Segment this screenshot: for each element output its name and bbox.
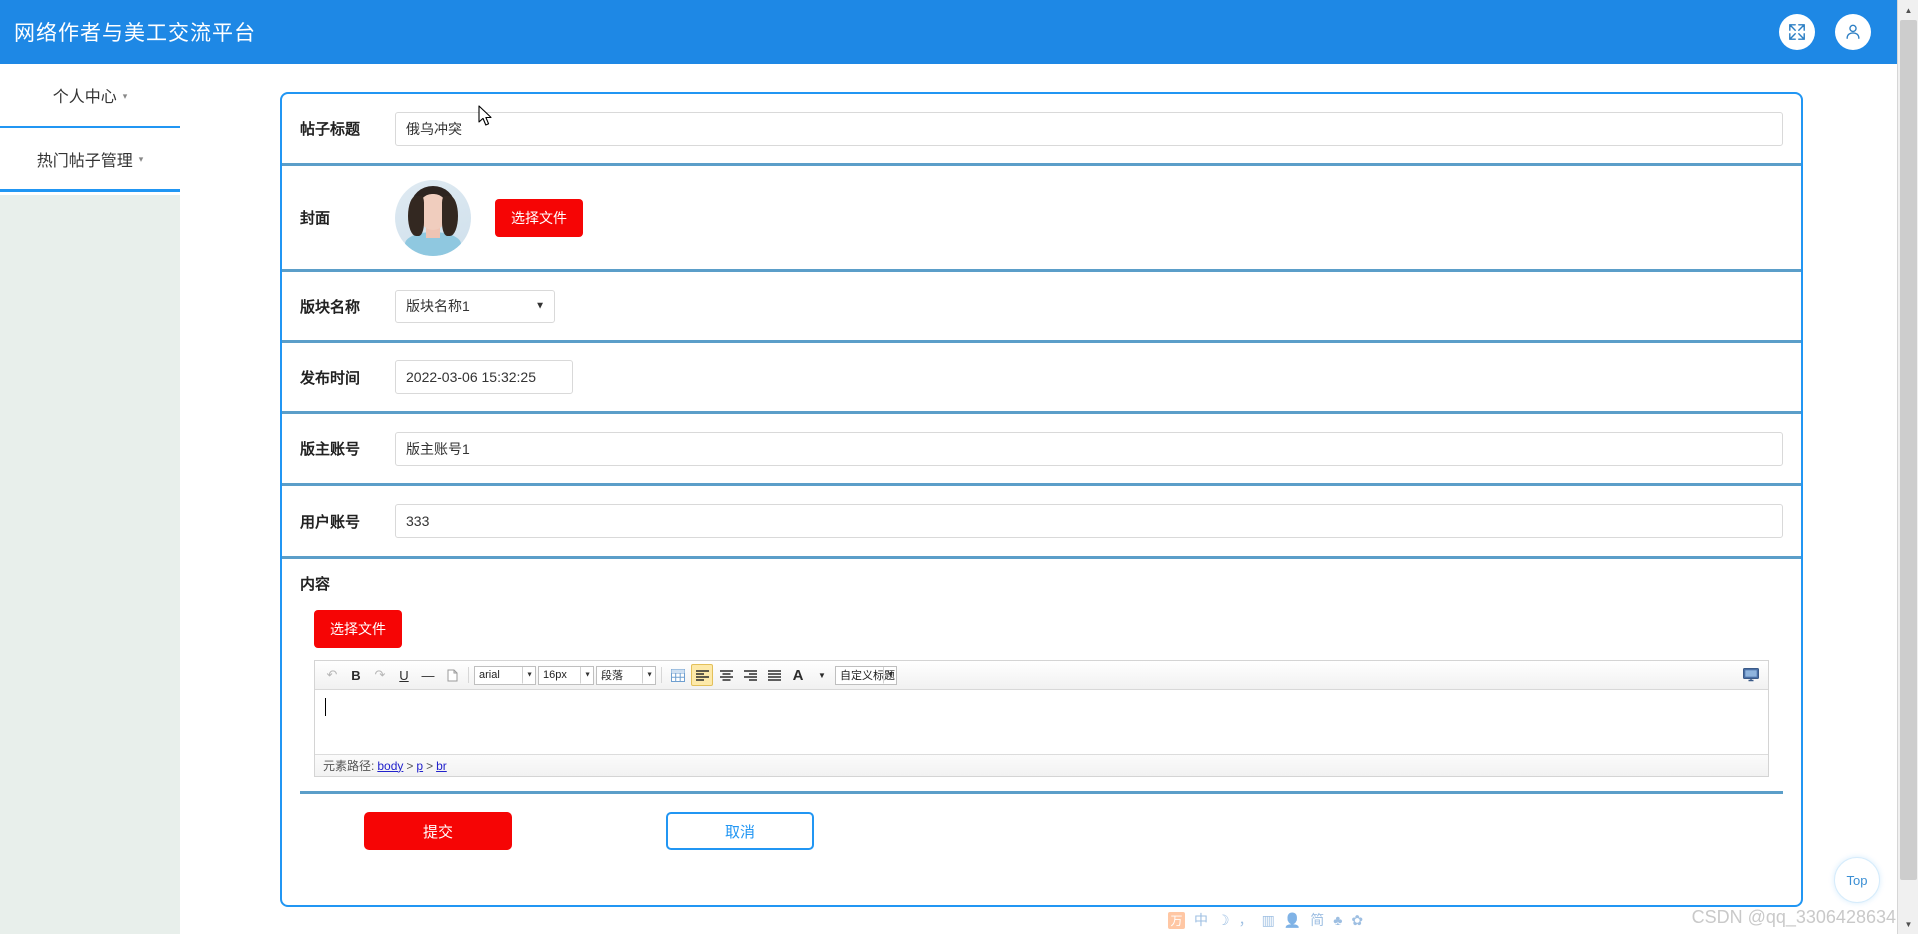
editor-content-area[interactable] xyxy=(315,690,1768,754)
post-edit-panel: 帖子标题 俄乌冲突 封面 选择文件 版块名称 版块名称1 ▼ 发布时间 2022… xyxy=(280,92,1803,907)
scroll-down-arrow-icon[interactable]: ▼ xyxy=(1898,914,1918,934)
input-publish-time[interactable]: 2022-03-06 15:32:25 xyxy=(395,360,573,394)
submit-button[interactable]: 提交 xyxy=(364,812,512,850)
path-separator: > xyxy=(406,758,414,773)
label-moderator-account: 版主账号 xyxy=(300,441,361,458)
field-row-post-title: 帖子标题 俄乌冲突 xyxy=(282,94,1801,166)
chevron-down-icon: ▼ xyxy=(580,666,591,684)
text-cursor xyxy=(325,698,326,716)
ime-punctuation-icon[interactable]: ， xyxy=(1239,913,1253,927)
field-row-publish-time: 发布时间 2022-03-06 15:32:25 xyxy=(282,343,1801,414)
ime-chinese-mode[interactable]: 中 xyxy=(1194,913,1208,927)
insert-table-icon[interactable] xyxy=(667,664,689,686)
chevron-down-icon: ▾ xyxy=(122,90,128,101)
ime-logo[interactable]: 万 xyxy=(1168,911,1185,929)
label-section-name: 版块名称 xyxy=(300,298,361,316)
editor-font-size-select[interactable]: 16px ▼ xyxy=(538,665,594,685)
page-break-icon[interactable] xyxy=(441,664,463,686)
chevron-down-icon: ▼ xyxy=(883,666,894,684)
ime-skin-icon[interactable]: ♣ xyxy=(1333,913,1342,927)
sidebar: 个人中心 ▾ 热门帖子管理 ▾ xyxy=(0,64,180,934)
cancel-button[interactable]: 取消 xyxy=(666,812,814,850)
select-section-value: 版块名称1 xyxy=(406,298,470,314)
ime-settings-icon[interactable]: ✿ xyxy=(1351,913,1363,927)
watermark-text: CSDN @qq_3306428634 xyxy=(1691,907,1896,927)
field-row-cover: 封面 选择文件 xyxy=(282,166,1801,272)
label-publish-time: 发布时间 xyxy=(300,369,361,387)
align-right-icon[interactable] xyxy=(739,664,761,686)
label-cover: 封面 xyxy=(300,210,331,227)
user-avatar-icon[interactable] xyxy=(1835,14,1871,50)
editor-font-family-value: arial xyxy=(479,669,500,681)
field-row-section-name: 版块名称 版块名称1 ▼ xyxy=(282,272,1801,343)
element-path-p[interactable]: p xyxy=(416,759,423,773)
undo-icon[interactable]: ↶ xyxy=(321,664,343,686)
select-section-name[interactable]: 版块名称1 ▼ xyxy=(395,289,555,323)
ime-simplified-icon[interactable]: 简 xyxy=(1310,913,1324,927)
editor-paragraph-value: 段落 xyxy=(601,670,623,682)
editor-element-path-bar: 元素路径: body > p > br xyxy=(315,754,1768,776)
path-separator: > xyxy=(426,758,434,773)
editor-font-family-select[interactable]: arial ▼ xyxy=(474,665,536,685)
content-choose-file-button[interactable]: 选择文件 xyxy=(314,610,402,648)
align-center-icon[interactable] xyxy=(715,664,737,686)
scroll-up-arrow-icon[interactable]: ▲ xyxy=(1898,0,1918,20)
ime-moon-icon[interactable]: ☽ xyxy=(1217,913,1230,927)
input-moderator-account[interactable]: 版主账号1 xyxy=(395,431,1783,466)
align-left-icon[interactable] xyxy=(691,664,713,686)
chevron-down-icon: ▼ xyxy=(642,666,653,684)
header-actions xyxy=(1779,14,1871,50)
app-header: 网络作者与美工交流平台 xyxy=(0,0,1897,64)
chevron-down-icon: ▼ xyxy=(522,666,533,684)
rich-text-editor: ↶ B ↷ U — arial ▼ 16px ▼ 段落 ▼ A ▼ 自定义标题 … xyxy=(314,660,1769,777)
element-path-br[interactable]: br xyxy=(436,759,447,773)
text-color-dropdown-icon[interactable]: ▼ xyxy=(811,664,833,686)
editor-paragraph-select[interactable]: 段落 ▼ xyxy=(596,665,656,685)
label-user-account: 用户账号 xyxy=(300,513,361,531)
ime-person-icon[interactable]: 👤 xyxy=(1284,913,1301,927)
browser-scrollbar[interactable]: ▲ ▼ xyxy=(1897,0,1918,934)
scrollbar-thumb[interactable] xyxy=(1900,20,1917,880)
element-path-body[interactable]: body xyxy=(377,759,403,773)
app-title: 网络作者与美工交流平台 xyxy=(14,22,256,45)
field-row-moderator-account: 版主账号 版主账号1 xyxy=(282,414,1801,486)
fullscreen-expand-icon[interactable] xyxy=(1779,14,1815,50)
ime-keyboard-icon[interactable]: ▥ xyxy=(1262,913,1275,927)
monitor-icon[interactable] xyxy=(1740,664,1762,686)
element-path-label: 元素路径: xyxy=(323,759,375,773)
sidebar-item-personal-center[interactable]: 个人中心 ▾ xyxy=(0,64,180,128)
bold-icon[interactable]: B xyxy=(345,664,367,686)
ime-floating-toolbar: 万 中 ☽ ， ▥ 👤 简 ♣ ✿ xyxy=(1160,908,1371,932)
sidebar-empty-area xyxy=(0,195,180,934)
sidebar-item-label: 个人中心 xyxy=(52,89,117,106)
editor-custom-heading-select[interactable]: 自定义标题 ▼ xyxy=(835,665,897,685)
sidebar-item-label: 热门帖子管理 xyxy=(36,152,133,170)
editor-toolbar: ↶ B ↷ U — arial ▼ 16px ▼ 段落 ▼ A ▼ 自定义标题 … xyxy=(315,661,1768,690)
scroll-to-top-button[interactable]: Top xyxy=(1834,857,1880,903)
input-user-account[interactable]: 333 xyxy=(395,504,1783,538)
align-justify-icon[interactable] xyxy=(763,664,785,686)
chevron-down-icon: ▼ xyxy=(535,300,545,312)
label-content: 内容 xyxy=(300,576,331,593)
editor-font-size-value: 16px xyxy=(543,669,567,681)
sidebar-item-hot-posts[interactable]: 热门帖子管理 ▾ xyxy=(0,128,180,192)
cover-choose-file-button[interactable]: 选择文件 xyxy=(495,198,583,237)
chevron-down-icon: ▾ xyxy=(138,154,144,164)
redo-icon[interactable]: ↷ xyxy=(369,664,391,686)
horizontal-rule-icon[interactable]: — xyxy=(417,664,439,686)
text-color-icon[interactable]: A xyxy=(787,664,809,686)
input-post-title[interactable]: 俄乌冲突 xyxy=(395,111,1783,146)
form-actions: 提交 取消 xyxy=(282,794,1801,850)
field-row-user-account: 用户账号 333 xyxy=(282,486,1801,559)
underline-icon[interactable]: U xyxy=(393,664,415,686)
cover-image-preview xyxy=(395,179,471,256)
label-post-title: 帖子标题 xyxy=(300,121,361,138)
content-section: 内容 选择文件 ↶ B ↷ U — arial ▼ 16px ▼ 段落 ▼ A … xyxy=(282,559,1801,777)
